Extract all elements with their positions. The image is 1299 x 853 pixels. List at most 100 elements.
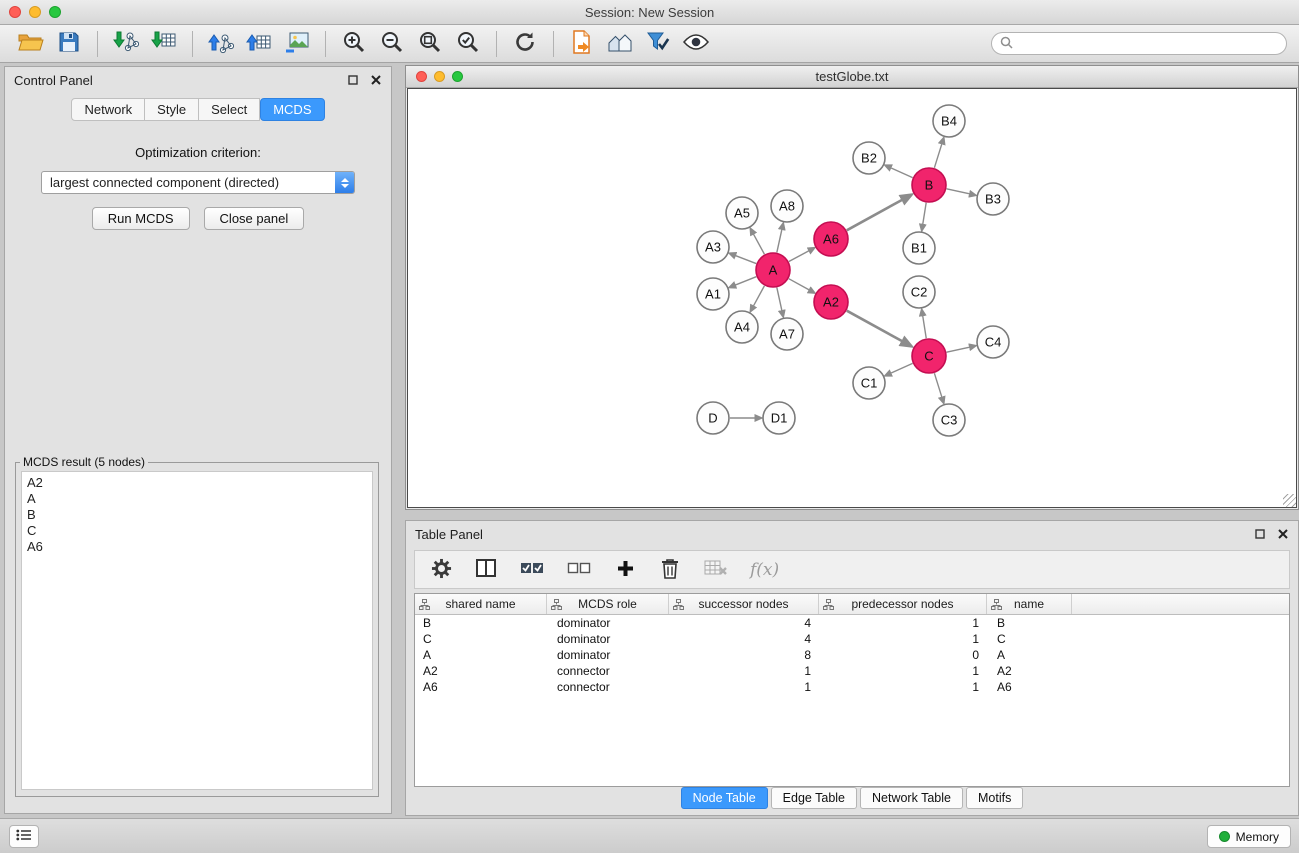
export-network-button[interactable] [202, 28, 240, 60]
create-column-button[interactable] [613, 554, 637, 586]
result-item[interactable]: A6 [27, 539, 367, 555]
graph-node-label: B [925, 178, 934, 193]
close-window-button[interactable] [9, 6, 21, 18]
graph-edge-A-A7[interactable] [777, 288, 782, 311]
deselect-all-button[interactable] [566, 554, 592, 586]
network-minimize-button[interactable] [434, 71, 445, 82]
column-header-shared-name[interactable]: shared name [415, 594, 547, 614]
graph-edge-B-B4[interactable] [934, 144, 941, 168]
graph-edge-B-B2[interactable] [891, 168, 913, 178]
tab-network[interactable]: Network [71, 98, 145, 121]
save-icon [58, 31, 80, 56]
plus-icon [617, 560, 634, 580]
table-row[interactable]: A6connector11A6 [415, 679, 1289, 695]
result-item[interactable]: B [27, 507, 367, 523]
trash-icon [661, 558, 679, 582]
home-button[interactable] [601, 28, 639, 60]
graph-edge-A-A2[interactable] [789, 279, 809, 290]
table-panel-close-button[interactable] [1276, 528, 1289, 541]
resize-grip-icon[interactable] [1283, 494, 1296, 507]
delete-column-button[interactable] [658, 554, 682, 586]
graph-edge-A-A4[interactable] [753, 286, 764, 306]
table-cell: 1 [819, 631, 987, 647]
export-image-button[interactable] [278, 28, 316, 60]
network-canvas[interactable]: B4B2BB3A8A5A6B1A3AC2A1A2A4A7C4CC1C3DD1 [407, 88, 1297, 508]
window-titlebar: Session: New Session [0, 0, 1299, 25]
result-item[interactable]: A [27, 491, 367, 507]
delete-table-icon [704, 559, 728, 580]
table-cell: A6 [415, 679, 547, 695]
table-panel-title: Table Panel [415, 527, 483, 542]
gear-icon [431, 558, 452, 582]
float-panel-button[interactable] [346, 74, 359, 87]
tab-network-table[interactable]: Network Table [860, 787, 963, 809]
export-table-button[interactable] [240, 28, 278, 60]
graph-edge-A-A1[interactable] [735, 277, 756, 285]
graph-edge-C-C2[interactable] [923, 316, 927, 339]
mcds-result-title: MCDS result (5 nodes) [20, 455, 148, 469]
table-float-panel-button[interactable] [1253, 528, 1266, 541]
show-panels-button[interactable] [9, 825, 39, 848]
graph-edge-C-C1[interactable] [891, 363, 913, 373]
zoom-out-button[interactable] [373, 28, 411, 60]
graph-edge-C-C3[interactable] [934, 373, 941, 397]
refresh-icon [513, 30, 537, 57]
tab-motifs[interactable]: Motifs [966, 787, 1023, 809]
graph-edge-A6-B[interactable] [847, 200, 902, 230]
column-header-successor-nodes[interactable]: successor nodes [669, 594, 819, 614]
show-columns-button[interactable] [474, 554, 498, 586]
zoom-selected-button[interactable] [449, 28, 487, 60]
control-panel-close-button[interactable] [369, 74, 382, 87]
refresh-button[interactable] [506, 28, 544, 60]
network-close-button[interactable] [416, 71, 427, 82]
graph-edge-A2-C[interactable] [847, 311, 902, 341]
memory-button[interactable]: Memory [1207, 825, 1291, 848]
search-box[interactable] [991, 32, 1287, 55]
result-item[interactable]: A2 [27, 475, 367, 491]
search-input[interactable] [1018, 36, 1278, 51]
export-document-button[interactable] [563, 28, 601, 60]
graph-edge-C-C4[interactable] [947, 347, 970, 352]
zoom-in-button[interactable] [335, 28, 373, 60]
tab-style[interactable]: Style [145, 98, 199, 121]
table-settings-button[interactable] [429, 554, 453, 586]
table-cell: 1 [819, 615, 987, 631]
filter-apply-button[interactable] [639, 28, 677, 60]
table-row[interactable]: Adominator80A [415, 647, 1289, 663]
import-network-button[interactable] [107, 28, 145, 60]
tab-select[interactable]: Select [199, 98, 260, 121]
network-maximize-button[interactable] [452, 71, 463, 82]
close-panel-button[interactable]: Close panel [204, 207, 305, 230]
open-folder-button[interactable] [12, 28, 50, 60]
graph-edge-A-A5[interactable] [753, 234, 764, 254]
column-header-predecessor-nodes[interactable]: predecessor nodes [819, 594, 987, 614]
column-header-name[interactable]: name [987, 594, 1072, 614]
save-button[interactable] [50, 28, 88, 60]
optimization-label: Optimization criterion: [5, 145, 391, 160]
graph-edge-A-A3[interactable] [735, 256, 756, 264]
criterion-dropdown[interactable]: largest connected component (directed) [41, 171, 355, 194]
show-hide-button[interactable] [677, 28, 715, 60]
delete-table-button[interactable] [703, 554, 729, 586]
run-mcds-button[interactable]: Run MCDS [92, 207, 190, 230]
maximize-window-button[interactable] [49, 6, 61, 18]
network-graph[interactable]: B4B2BB3A8A5A6B1A3AC2A1A2A4A7C4CC1C3DD1 [408, 89, 1298, 508]
column-header-mcds-role[interactable]: MCDS role [547, 594, 669, 614]
tab-edge-table[interactable]: Edge Table [771, 787, 857, 809]
graph-edge-B-B1[interactable] [923, 203, 926, 225]
table-row[interactable]: Bdominator41B [415, 615, 1289, 631]
tab-mcds[interactable]: MCDS [260, 98, 324, 121]
graph-node-label: B2 [861, 151, 877, 166]
function-builder-button[interactable]: f(x) [750, 560, 779, 580]
import-table-button[interactable] [145, 28, 183, 60]
result-item[interactable]: C [27, 523, 367, 539]
select-all-button[interactable] [519, 554, 545, 586]
table-row[interactable]: Cdominator41C [415, 631, 1289, 647]
minimize-window-button[interactable] [29, 6, 41, 18]
graph-edge-A-A6[interactable] [789, 251, 809, 262]
graph-edge-A-A8[interactable] [777, 229, 782, 252]
graph-edge-B-B3[interactable] [947, 189, 970, 194]
table-row[interactable]: A2connector11A2 [415, 663, 1289, 679]
tab-node-table[interactable]: Node Table [681, 787, 768, 809]
zoom-fit-button[interactable] [411, 28, 449, 60]
